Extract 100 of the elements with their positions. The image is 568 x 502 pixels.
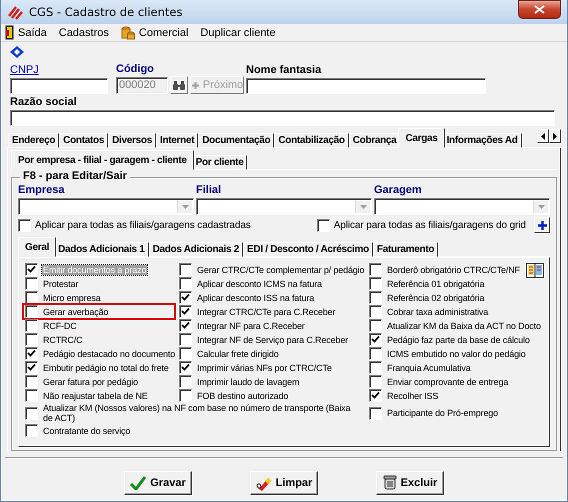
checkbox[interactable] bbox=[369, 333, 382, 346]
tab[interactable]: Cobrança bbox=[348, 133, 400, 148]
checkbox[interactable] bbox=[369, 291, 382, 304]
checkbox[interactable] bbox=[179, 305, 192, 318]
checkbox[interactable] bbox=[179, 263, 192, 276]
close-icon bbox=[534, 5, 545, 14]
checkbox-label: ICMS embutido no valor do pedágio bbox=[386, 348, 527, 358]
dropdown[interactable] bbox=[196, 198, 372, 215]
checkbox[interactable] bbox=[18, 218, 31, 232]
menu-item[interactable]: Comercial bbox=[118, 26, 196, 40]
checkbox[interactable] bbox=[25, 389, 38, 402]
checkbox[interactable] bbox=[25, 375, 38, 388]
checkbox[interactable] bbox=[369, 406, 382, 420]
checkbox-label: Recolher ISS bbox=[386, 390, 440, 400]
tab[interactable]: Cargas bbox=[398, 128, 445, 148]
tab[interactable]: Por cliente bbox=[192, 155, 248, 170]
company-name-field[interactable] bbox=[10, 110, 555, 126]
checkbox-label: Cobrar taxa administrativa bbox=[386, 306, 490, 316]
checkbox[interactable] bbox=[25, 347, 38, 360]
tab[interactable]: Diversos bbox=[108, 133, 156, 148]
tab[interactable]: Dados Adicionais 2 bbox=[148, 242, 244, 257]
tab[interactable]: Internet bbox=[156, 133, 198, 148]
cnpj-field[interactable] bbox=[10, 78, 108, 94]
checkbox[interactable] bbox=[369, 347, 382, 360]
checkbox-label: Aplicar para todas as filiais/garagens do grid bbox=[334, 220, 526, 230]
checkbox[interactable] bbox=[25, 263, 38, 276]
checkbox-label: Atualizar KM da Baixa da ACT no Docto bbox=[386, 320, 542, 330]
checkbox[interactable] bbox=[25, 277, 38, 290]
menu-item[interactable]: Cadastros bbox=[56, 26, 117, 38]
menu-item[interactable]: Saída bbox=[3, 25, 55, 40]
checkbox-label: Micro empresa bbox=[42, 292, 102, 302]
checkbox-label: Imprimir várias NFs por CTRC/CTe bbox=[196, 362, 333, 372]
dropdown[interactable] bbox=[374, 198, 550, 215]
checkbox[interactable] bbox=[25, 291, 38, 304]
tab[interactable]: Informações Ad bbox=[442, 133, 522, 148]
checkbox[interactable] bbox=[316, 218, 330, 232]
action-button[interactable]: Limpar bbox=[250, 470, 318, 494]
tab[interactable]: Por empresa - filial - garagem - cliente bbox=[11, 150, 194, 170]
check-icon bbox=[130, 476, 146, 490]
checkbox[interactable] bbox=[179, 333, 192, 346]
checkbox-label: Protestar bbox=[42, 278, 80, 288]
checkbox-label: Gerar CTRC/CTe complementar p/ pedágio bbox=[196, 264, 366, 274]
checkbox[interactable] bbox=[369, 263, 382, 276]
checkbox[interactable] bbox=[25, 406, 38, 420]
trade-name-field[interactable] bbox=[246, 78, 486, 94]
dropdown-arrow-icon bbox=[360, 204, 366, 208]
binoculars-icon bbox=[173, 80, 185, 90]
checkbox[interactable] bbox=[25, 319, 38, 332]
checkbox[interactable] bbox=[369, 389, 382, 402]
window-title: CGS - Cadastro de clientes bbox=[29, 5, 182, 19]
checkbox[interactable] bbox=[25, 424, 38, 437]
checkbox[interactable] bbox=[179, 389, 192, 402]
checkbox[interactable] bbox=[369, 361, 382, 374]
diamond-logo-icon bbox=[10, 46, 24, 58]
checkbox[interactable] bbox=[369, 305, 382, 318]
checkbox[interactable] bbox=[25, 333, 38, 346]
add-button[interactable] bbox=[534, 217, 550, 233]
checkbox[interactable] bbox=[369, 277, 382, 290]
checkbox-label: Embutir pedágio no total do frete bbox=[42, 362, 170, 372]
checkbox[interactable] bbox=[179, 291, 192, 304]
menu-item[interactable]: Duplicar cliente bbox=[198, 26, 284, 38]
checkbox-label: Integrar NF de Serviço para C.Receber bbox=[196, 334, 350, 344]
checkbox-label: Borderô obrigatório CTRC/CTe/NF bbox=[386, 264, 521, 274]
checkbox[interactable] bbox=[179, 319, 192, 332]
tab[interactable]: Contabilização bbox=[274, 133, 349, 148]
checkbox[interactable] bbox=[179, 347, 192, 360]
field-label: Nome fantasia bbox=[246, 64, 322, 77]
tab[interactable]: EDI / Desconto / Acréscimo bbox=[243, 242, 373, 257]
dropdown[interactable] bbox=[18, 198, 194, 215]
tab[interactable]: Dados Adicionais 1 bbox=[54, 242, 149, 257]
checkbox-label: Integrar CTRC/CTe para C.Receber bbox=[196, 306, 336, 316]
tab[interactable]: Documentação bbox=[198, 133, 274, 148]
search-button[interactable] bbox=[170, 76, 188, 94]
action-button[interactable]: Gravar bbox=[124, 470, 192, 494]
checkbox-label: Referência 01 obrigatória bbox=[386, 278, 486, 288]
checkbox[interactable] bbox=[25, 361, 38, 374]
action-button[interactable]: Excluir bbox=[376, 470, 444, 494]
checkbox[interactable] bbox=[369, 375, 382, 388]
checkbox[interactable] bbox=[179, 361, 192, 374]
door-icon bbox=[5, 25, 14, 40]
field-label: Código bbox=[116, 63, 155, 76]
checkbox-label: Aplicar para todas as filiais/garagens cadastradas bbox=[35, 220, 251, 230]
dropdown-arrow-icon bbox=[182, 204, 188, 208]
scroll-right-button[interactable] bbox=[549, 129, 561, 143]
checkbox[interactable] bbox=[25, 305, 38, 318]
checkbox-label: Calcular frete dirigido bbox=[196, 348, 280, 358]
tab[interactable]: Contatos bbox=[59, 133, 108, 148]
checkbox-label: Gerar fatura por pedágio bbox=[42, 376, 139, 386]
cnpj-link[interactable]: CNPJ bbox=[10, 64, 108, 77]
scroll-left-button[interactable] bbox=[537, 129, 549, 143]
checkbox[interactable] bbox=[179, 277, 192, 290]
tab[interactable]: Geral bbox=[18, 237, 56, 257]
checkbox-label: Participante do Pró-emprego bbox=[386, 408, 500, 418]
close-button[interactable] bbox=[518, 0, 561, 19]
checkbox[interactable] bbox=[179, 375, 192, 388]
tab[interactable]: Faturamento bbox=[372, 242, 438, 257]
checkbox[interactable] bbox=[369, 319, 382, 332]
plus-icon bbox=[538, 220, 546, 230]
tab[interactable]: Endereço bbox=[8, 133, 60, 148]
app-logo-icon bbox=[7, 4, 23, 20]
